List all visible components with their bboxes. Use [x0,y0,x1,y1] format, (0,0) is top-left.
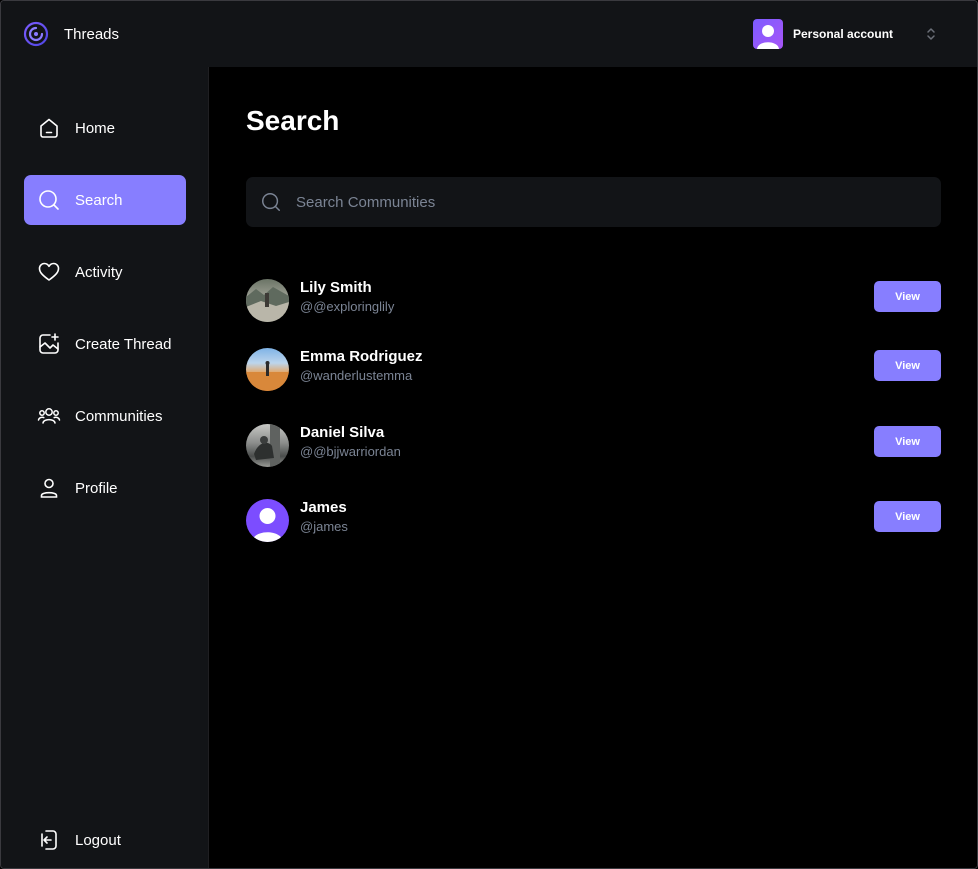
user-handle: @@bjjwarriordan [300,444,401,459]
account-avatar [753,19,783,49]
avatar[interactable] [246,499,289,542]
view-button[interactable]: View [874,281,941,312]
avatar[interactable] [246,279,289,322]
topbar: Threads Personal account [1,1,977,67]
sidebar: Home Search Activity Create Thread Commu… [1,67,209,868]
user-handle: @@exploringlily [300,299,395,314]
heart-icon [38,262,60,281]
profile-icon [40,478,58,498]
search-icon [39,190,59,210]
view-button[interactable]: View [874,350,941,381]
avatar[interactable] [246,424,289,467]
search-bar[interactable] [246,177,941,227]
avatar-photo [246,287,289,322]
account-switcher[interactable]: Personal account [753,19,935,49]
user-handle: @james [300,519,348,534]
user-name: Lily Smith [300,279,372,296]
user-name: James [300,499,347,516]
list-item: Emma Rodriguez @wanderlustemma View [246,348,941,392]
sidebar-item-home[interactable]: Home [24,103,186,153]
sidebar-item-activity[interactable]: Activity [24,247,186,297]
view-button[interactable]: View [874,426,941,457]
communities-icon [37,408,61,424]
sidebar-item-label: Activity [75,263,123,281]
brand[interactable]: Threads [23,21,119,47]
user-name: Emma Rodriguez [300,348,423,365]
view-button[interactable]: View [874,501,941,532]
avatar[interactable] [246,348,289,391]
threads-logo-icon [23,21,49,47]
sidebar-item-label: Profile [75,479,118,497]
sidebar-item-label: Search [75,191,123,209]
search-input[interactable] [296,193,896,211]
sidebar-item-search[interactable]: Search [24,175,186,225]
user-icon [252,508,283,542]
sidebar-item-profile[interactable]: Profile [24,463,186,513]
logout-button[interactable]: Logout [24,815,186,865]
avatar-photo [254,424,280,467]
user-name: Daniel Silva [300,424,385,441]
list-item: Lily Smith @@exploringlily View [246,279,941,323]
page-title: Search [246,105,340,136]
main-content: Search Lily Smith @@exploringlily View [210,67,977,868]
logout-label: Logout [75,831,121,849]
sidebar-item-label: Create Thread [75,335,172,353]
home-icon [40,118,58,138]
sidebar-item-communities[interactable]: Communities [24,391,186,441]
list-item: James @james View [246,499,941,543]
sidebar-item-label: Home [75,119,116,137]
app-window: Threads Personal account Home Search Act… [0,0,978,869]
user-handle: @wanderlustemma [300,368,413,383]
account-label: Personal account [793,27,894,41]
avatar-photo [246,361,289,391]
list-item: Daniel Silva @@bjjwarriordan View [246,424,941,468]
user-icon [757,25,779,49]
create-thread-icon [39,333,59,354]
logout-icon [41,830,57,850]
chevron-up-down-icon[interactable] [925,25,937,43]
search-icon [262,193,280,211]
sidebar-item-create-thread[interactable]: Create Thread [24,319,186,369]
sidebar-item-label: Communities [75,407,163,425]
app-name: Threads [64,25,120,43]
